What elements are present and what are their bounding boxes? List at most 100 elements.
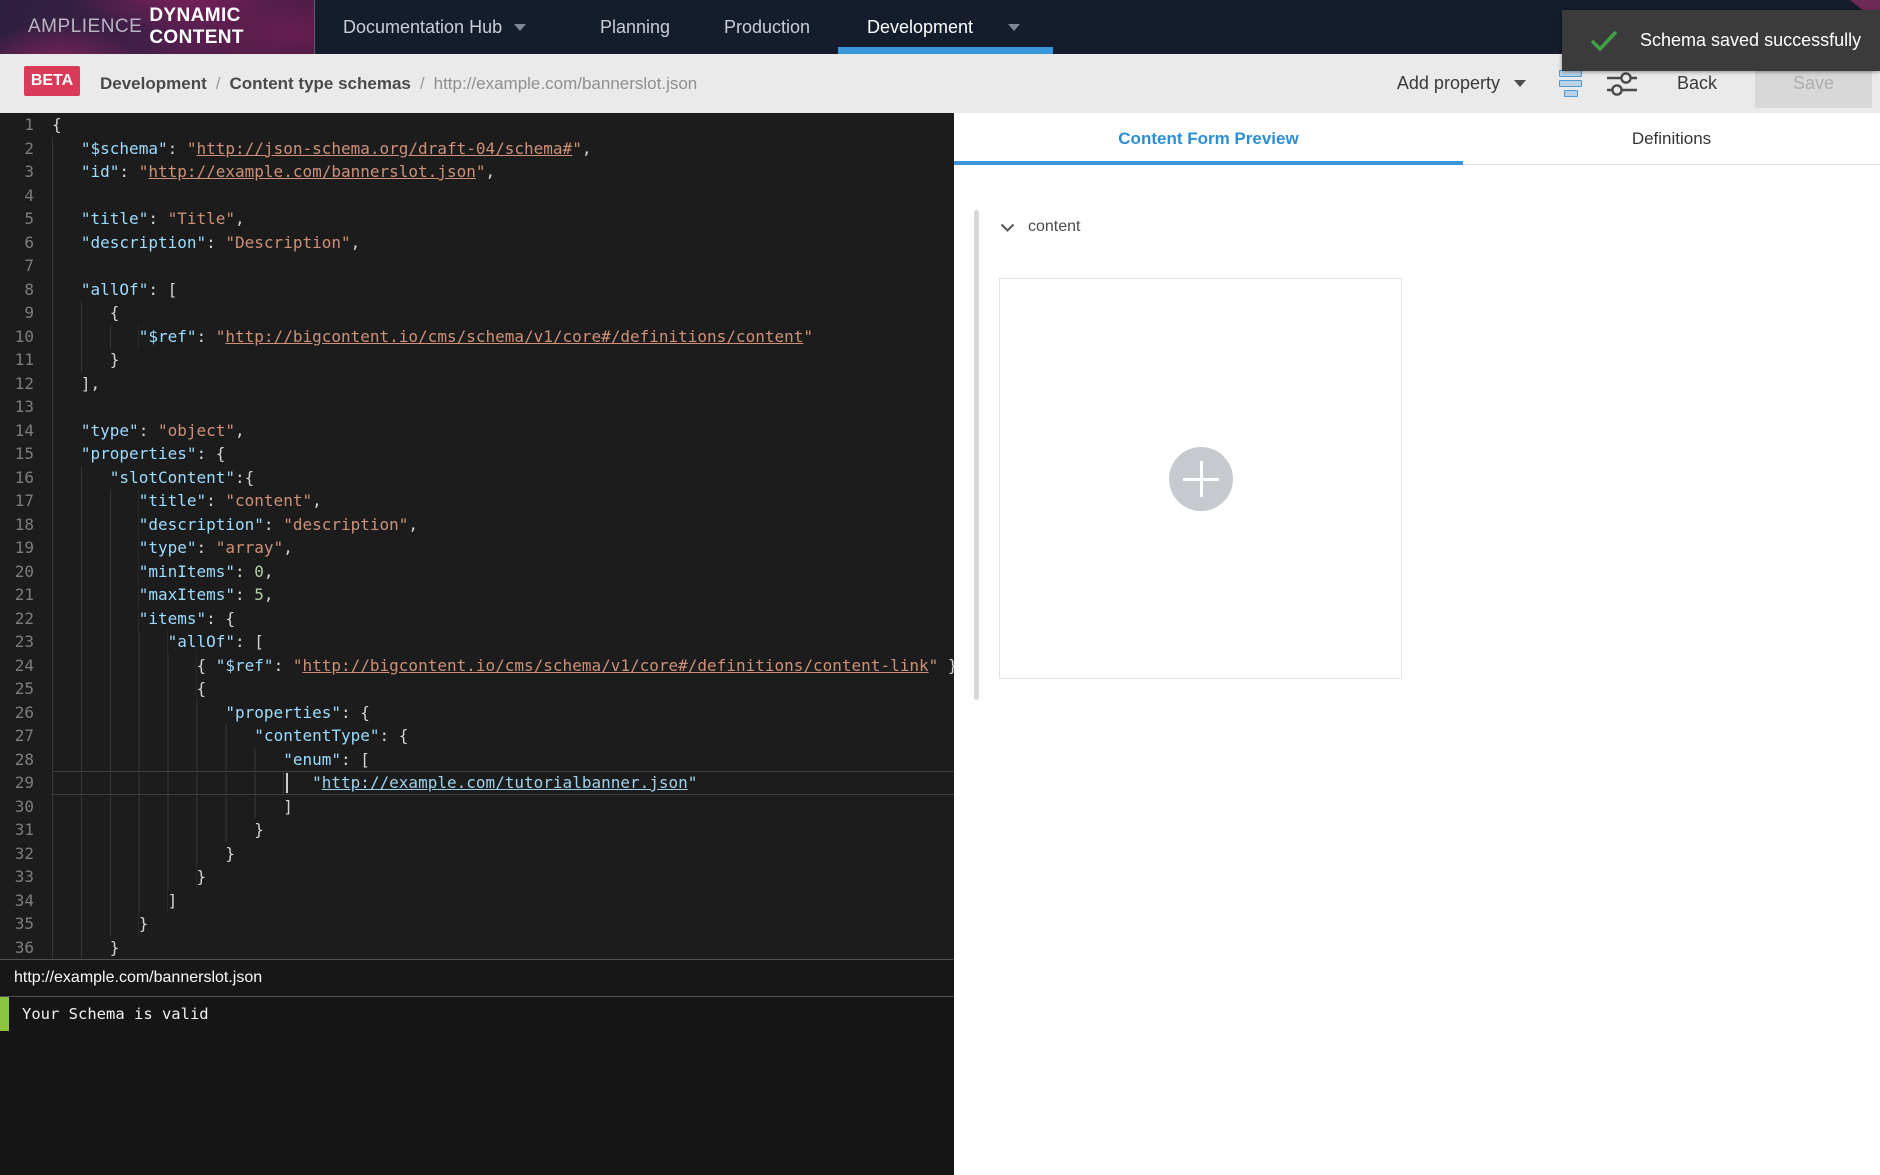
line-number: 3 — [24, 162, 34, 181]
indent-guides — [52, 324, 139, 348]
code-line[interactable]: 34] — [0, 888, 954, 912]
editor-settings-icon[interactable] — [1605, 70, 1639, 98]
code-line-text: "minItems": 0, — [52, 559, 954, 583]
code-line[interactable]: 30] — [0, 794, 954, 818]
tab-definitions[interactable]: Definitions — [1463, 113, 1880, 164]
line-number: 23 — [14, 632, 34, 651]
indent-guides — [52, 771, 313, 795]
code-line[interactable]: 18 "description": "description", — [0, 512, 954, 536]
code-line-text: "properties": { — [52, 700, 954, 724]
content-section-toggle[interactable]: content — [1000, 218, 1080, 236]
line-number: 7 — [24, 256, 34, 275]
back-button[interactable]: Back — [1677, 73, 1717, 94]
indent-guides — [52, 301, 110, 325]
line-number: 27 — [14, 726, 34, 745]
code-line[interactable]: 14 "type": "object", — [0, 418, 954, 442]
code-line[interactable]: 26 "properties": { — [0, 700, 954, 724]
brand-name: AMPLIENCE — [28, 16, 143, 37]
code-line-text: "slotContent":{ — [52, 465, 954, 489]
code-line[interactable]: 33} — [0, 865, 954, 889]
add-content-button[interactable] — [1169, 447, 1233, 511]
code-line[interactable]: 7 — [0, 254, 954, 278]
code-line[interactable]: 36} — [0, 935, 954, 959]
breadcrumb-separator: / — [215, 73, 221, 93]
line-number: 9 — [24, 303, 34, 322]
line-number: 29 — [14, 773, 34, 792]
code-line[interactable]: 31} — [0, 818, 954, 842]
code-line-text: ] — [52, 888, 954, 912]
code-line[interactable]: 8 "allOf": [ — [0, 277, 954, 301]
add-property-dropdown[interactable]: Add property — [1397, 73, 1526, 94]
active-tab-underline — [954, 161, 1463, 165]
code-line[interactable]: 11} — [0, 348, 954, 372]
code-line-text — [52, 254, 954, 278]
brand-product: DYNAMIC CONTENT — [149, 5, 244, 48]
code-line[interactable]: 32} — [0, 841, 954, 865]
breadcrumb-development[interactable]: Development — [100, 74, 207, 94]
code-line[interactable]: 24 { "$ref": "http://bigcontent.io/cms/sc… — [0, 653, 954, 677]
line-number: 22 — [14, 608, 34, 628]
code-line[interactable]: 9{ — [0, 301, 954, 325]
nav-item-label: Development — [867, 16, 974, 37]
plus-icon — [1199, 461, 1203, 497]
code-line-text: "title": "content", — [52, 489, 954, 513]
code-line-text: "maxItems": 5, — [52, 583, 954, 607]
code-line[interactable]: 12], — [0, 371, 954, 395]
line-number: 2 — [24, 138, 34, 158]
code-line-text: "title": "Title", — [52, 207, 954, 231]
indent-guides — [52, 136, 81, 160]
code-line[interactable]: 10 "$ref": "http://bigcontent.io/cms/sche… — [0, 324, 954, 348]
code-line[interactable]: 16 "slotContent":{ — [0, 465, 954, 489]
line-number: 17 — [14, 491, 34, 510]
nav-item-documentation-hub[interactable]: Documentation Hub — [343, 0, 527, 54]
code-line[interactable]: 20 "minItems": 0, — [0, 559, 954, 583]
code-line-text: "properties": { — [52, 442, 954, 466]
line-number: 15 — [14, 444, 34, 463]
editor-filename: http://example.com/bannerslot.json — [14, 969, 263, 986]
code-line-text: } — [52, 912, 954, 936]
code-line-text: "type": "object", — [52, 418, 954, 442]
indent-guides — [52, 865, 197, 889]
line-number: 26 — [14, 702, 34, 722]
nav-item-label: Production — [724, 16, 811, 37]
code-line[interactable]: 28 "enum": [ — [0, 747, 954, 771]
code-line[interactable]: 2 "$schema": "http://json-schema.org/draf… — [0, 136, 954, 160]
editor-filename-bar: http://example.com/bannerslot.json — [0, 959, 954, 997]
breadcrumb-separator: / — [419, 73, 425, 93]
format-schema-icon[interactable] — [1559, 70, 1583, 97]
toast-notification: Schema saved successfully — [1562, 10, 1880, 71]
nav-item-planning[interactable]: Planning — [600, 0, 670, 54]
indent-guides — [52, 912, 139, 936]
code-line[interactable]: 5 "title": "Title", — [0, 207, 954, 231]
code-line[interactable]: 1{ — [0, 113, 954, 137]
code-line[interactable]: 19 "type": "array", — [0, 536, 954, 560]
code-line[interactable]: 35} — [0, 912, 954, 936]
indent-guides — [52, 935, 110, 959]
code-line[interactable]: 6 "description": "Description", — [0, 230, 954, 254]
code-line[interactable]: 3 "id": "http://example.com/bannerslot.js… — [0, 160, 954, 184]
code-line[interactable]: 27 "contentType": { — [0, 724, 954, 748]
preview-scrollbar[interactable] — [974, 210, 979, 700]
tab-content-form-preview[interactable]: Content Form Preview — [954, 113, 1463, 164]
code-line-text: } — [52, 818, 954, 842]
line-number: 12 — [14, 373, 34, 393]
code-line[interactable]: 15 "properties": { — [0, 442, 954, 466]
indent-guides — [52, 724, 255, 748]
code-line[interactable]: 21 "maxItems": 5, — [0, 583, 954, 607]
code-line[interactable]: 23 "allOf": [ — [0, 630, 954, 654]
code-line-text: "$ref": "http://bigcontent.io/cms/schema… — [52, 324, 954, 348]
indent-guides — [52, 559, 139, 583]
code-line[interactable]: 25 { — [0, 677, 954, 701]
breadcrumb-content-type-schemas[interactable]: Content type schemas — [229, 74, 410, 94]
line-number: 28 — [14, 749, 34, 769]
line-number: 21 — [14, 585, 34, 604]
code-line[interactable]: 17 "title": "content", — [0, 489, 954, 513]
nav-item-development[interactable]: Development — [867, 0, 1021, 54]
nav-item-production[interactable]: Production — [724, 0, 810, 54]
code-line[interactable]: 22 "items": { — [0, 606, 954, 630]
code-editor[interactable]: 1{2 "$schema": "http://json-schema.org/dr… — [0, 113, 954, 959]
code-line[interactable]: 13 — [0, 395, 954, 419]
code-line[interactable]: 4 — [0, 183, 954, 207]
add-property-label: Add property — [1396, 73, 1500, 93]
code-line[interactable]: 29 "http://example.com/tutorialbanner.jso… — [0, 771, 954, 795]
